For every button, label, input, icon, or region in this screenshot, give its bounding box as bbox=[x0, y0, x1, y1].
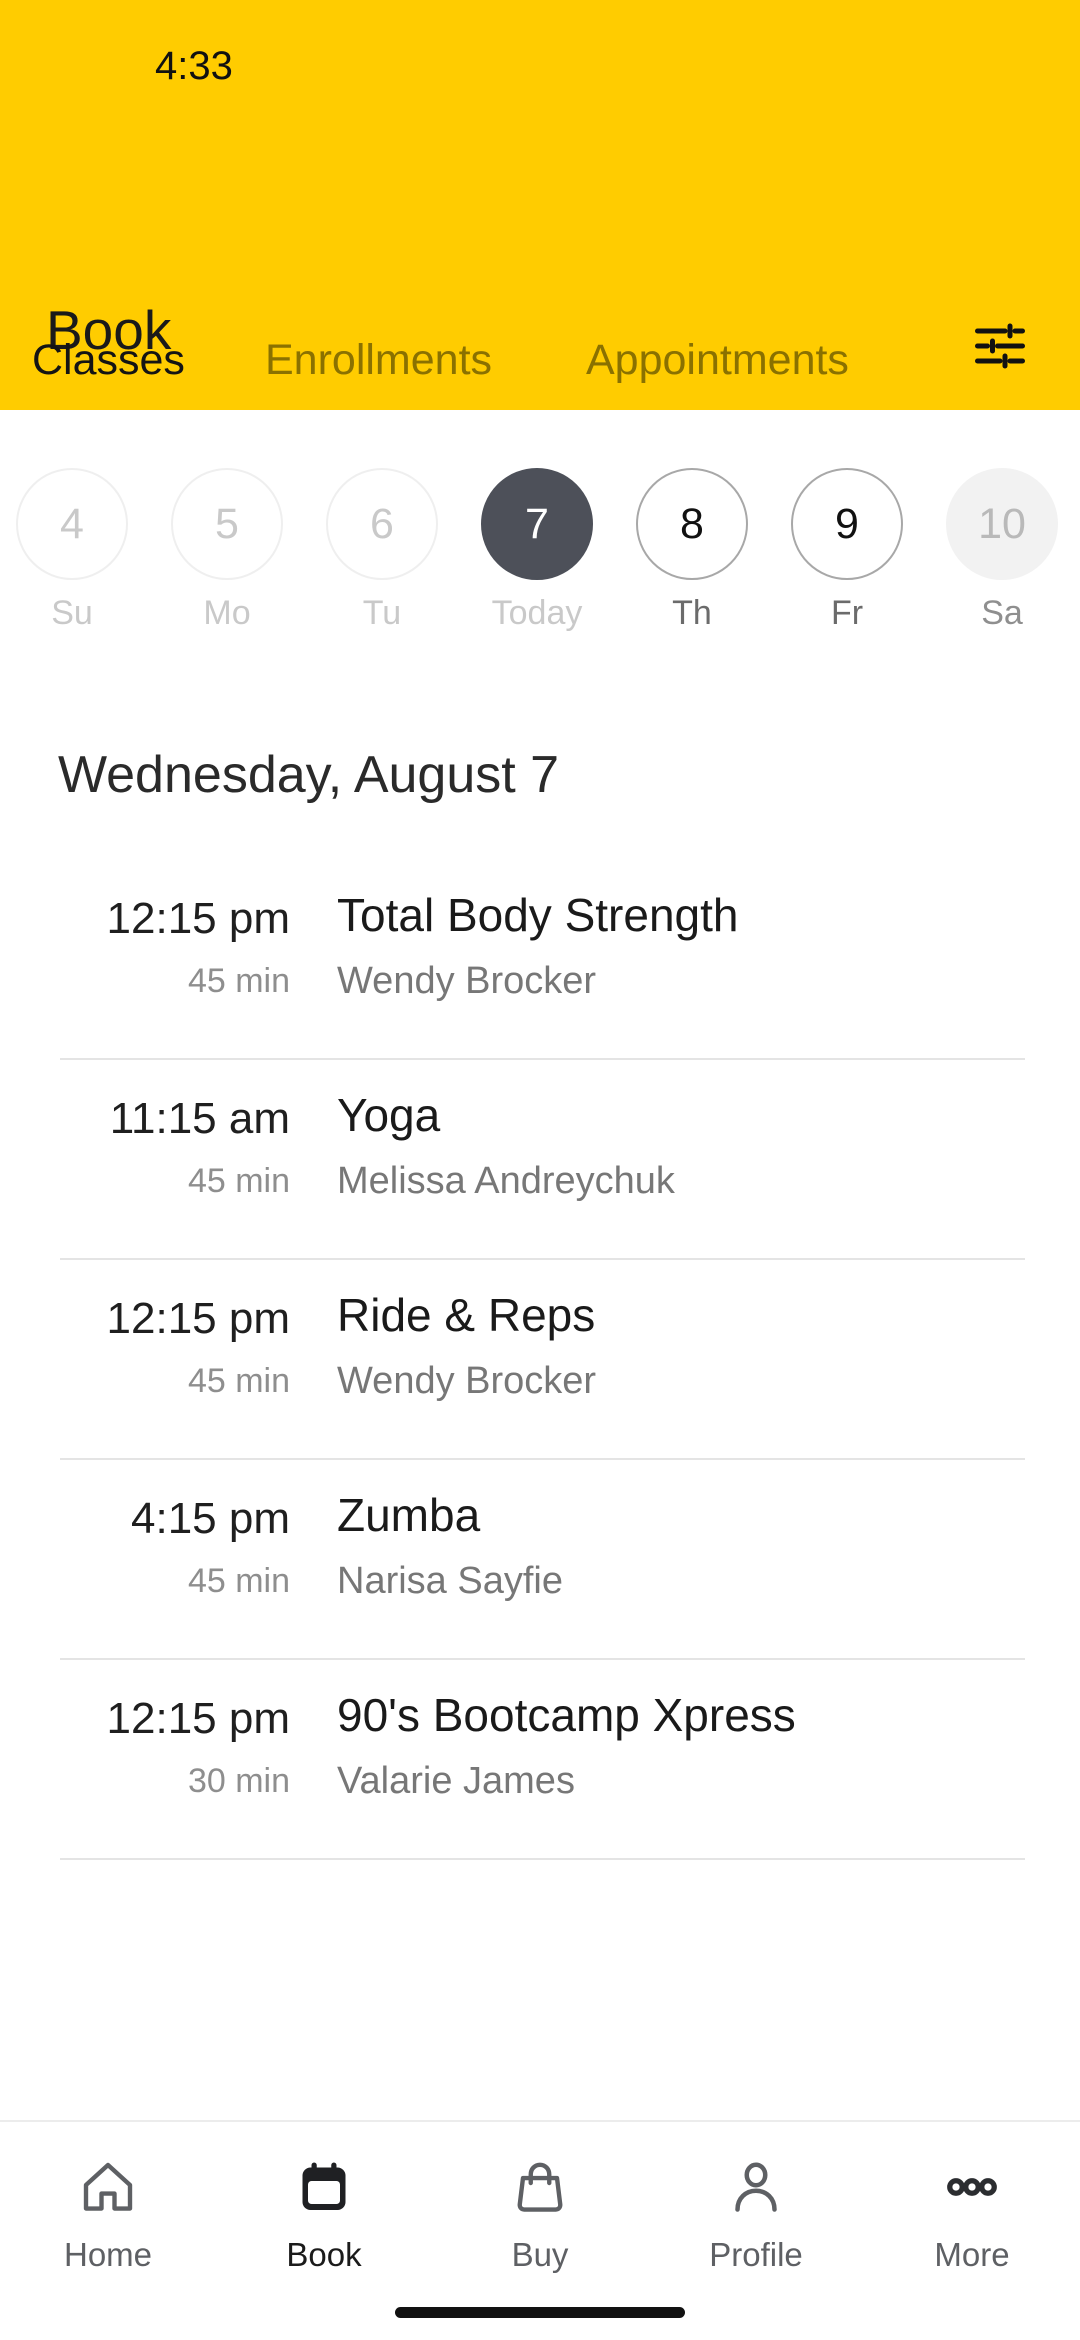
nav-item-book[interactable]: Book bbox=[216, 2122, 432, 2312]
date-weekday: Tu bbox=[362, 594, 402, 632]
more-dots-icon bbox=[939, 2154, 1005, 2220]
row-divider bbox=[60, 1858, 1025, 1860]
class-time: 12:15 pm bbox=[106, 1294, 290, 1343]
bag-icon bbox=[507, 2154, 573, 2220]
tab-appointments[interactable]: Appointments bbox=[586, 310, 849, 410]
class-title: Ride & Reps bbox=[337, 1289, 596, 1341]
class-list-item[interactable]: 11:15 am 45 min Yoga Melissa Andreychuk bbox=[0, 1060, 1080, 1260]
status-bar-clock: 4:33 bbox=[155, 44, 233, 88]
date-weekday: Fr bbox=[830, 594, 864, 632]
class-duration: 45 min bbox=[187, 1562, 290, 1600]
nav-label-profile: Profile bbox=[709, 2236, 803, 2273]
date-cell-4[interactable]: 4 Su bbox=[0, 460, 148, 660]
date-cell-5[interactable]: 5 Mo bbox=[151, 460, 303, 660]
date-cell-10[interactable]: 10 Sa bbox=[926, 460, 1078, 660]
class-title: Zumba bbox=[337, 1489, 481, 1541]
class-title: Total Body Strength bbox=[337, 889, 739, 941]
class-list-item[interactable]: 12:15 pm 30 min 90's Bootcamp Xpress Val… bbox=[0, 1660, 1080, 1860]
class-instructor: Valarie James bbox=[337, 1760, 575, 1802]
tab-enrollments[interactable]: Enrollments bbox=[265, 310, 492, 410]
person-icon bbox=[723, 2154, 789, 2220]
nav-label-more: More bbox=[934, 2236, 1010, 2273]
class-list: 12:15 pm 45 min Total Body Strength Wend… bbox=[0, 860, 1080, 1860]
nav-item-more[interactable]: More bbox=[864, 2122, 1080, 2312]
date-weekday: Sa bbox=[981, 594, 1023, 632]
date-number: 8 bbox=[636, 468, 748, 580]
date-number: 6 bbox=[326, 468, 438, 580]
class-time: 4:15 pm bbox=[131, 1494, 290, 1543]
class-list-item[interactable]: 12:15 pm 45 min Ride & Reps Wendy Brocke… bbox=[0, 1260, 1080, 1460]
nav-label-book: Book bbox=[286, 2236, 362, 2273]
date-cell-8[interactable]: 8 Th bbox=[616, 460, 768, 660]
class-duration: 45 min bbox=[187, 1162, 290, 1200]
calendar-icon bbox=[291, 2154, 357, 2220]
class-duration: 45 min bbox=[187, 962, 290, 1000]
home-indicator bbox=[395, 2307, 685, 2318]
date-cell-6[interactable]: 6 Tu bbox=[306, 460, 458, 660]
date-number: 10 bbox=[946, 468, 1058, 580]
date-weekday: Th bbox=[672, 594, 712, 632]
date-weekday: Mo bbox=[203, 594, 251, 632]
nav-item-profile[interactable]: Profile bbox=[648, 2122, 864, 2312]
class-duration: 30 min bbox=[187, 1762, 290, 1800]
class-title: 90's Bootcamp Xpress bbox=[337, 1689, 796, 1741]
class-instructor: Melissa Andreychuk bbox=[337, 1160, 675, 1202]
bottom-navigation-bar: Home Book Buy Profile More bbox=[0, 2120, 1080, 2340]
status-bar: 4:33 bbox=[0, 0, 1080, 110]
nav-item-home[interactable]: Home bbox=[0, 2122, 216, 2312]
class-duration: 45 min bbox=[187, 1362, 290, 1400]
tab-classes[interactable]: Classes bbox=[32, 310, 185, 410]
app-screen: 4:33 Book Classes Enrollments Appointmen… bbox=[0, 0, 1080, 2340]
tab-bar: Classes Enrollments Appointments bbox=[0, 310, 1080, 410]
date-number: 9 bbox=[791, 468, 903, 580]
class-time: 12:15 pm bbox=[106, 1694, 290, 1743]
nav-item-buy[interactable]: Buy bbox=[432, 2122, 648, 2312]
nav-label-home: Home bbox=[63, 2236, 153, 2273]
class-time: 11:15 am bbox=[109, 1094, 290, 1143]
class-instructor: Narisa Sayfie bbox=[337, 1560, 563, 1602]
title-bar: Book bbox=[0, 150, 1080, 369]
date-number: 7 bbox=[481, 468, 593, 580]
app-header: 4:33 Book Classes Enrollments Appointmen… bbox=[0, 0, 1080, 410]
home-icon bbox=[75, 2154, 141, 2220]
date-cell-9[interactable]: 9 Fr bbox=[771, 460, 923, 660]
nav-label-buy: Buy bbox=[511, 2236, 569, 2273]
date-cell-7-today[interactable]: 7 Today bbox=[461, 460, 613, 660]
date-number: 5 bbox=[171, 468, 283, 580]
date-number: 4 bbox=[16, 468, 128, 580]
class-title: Yoga bbox=[337, 1089, 441, 1141]
class-instructor: Wendy Brocker bbox=[337, 960, 597, 1002]
selected-date-heading: Wednesday, August 7 bbox=[58, 746, 560, 804]
class-time: 12:15 pm bbox=[106, 894, 290, 943]
class-list-item[interactable]: 4:15 pm 45 min Zumba Narisa Sayfie bbox=[0, 1460, 1080, 1660]
class-instructor: Wendy Brocker bbox=[337, 1360, 597, 1402]
date-weekday: Today bbox=[491, 594, 583, 632]
date-weekday: Su bbox=[51, 594, 93, 632]
date-selector-strip: 4 Su 5 Mo 6 Tu 7 Today 8 Th 9 Fr 10 Sa bbox=[0, 460, 1080, 660]
class-list-item[interactable]: 12:15 pm 45 min Total Body Strength Wend… bbox=[0, 860, 1080, 1060]
